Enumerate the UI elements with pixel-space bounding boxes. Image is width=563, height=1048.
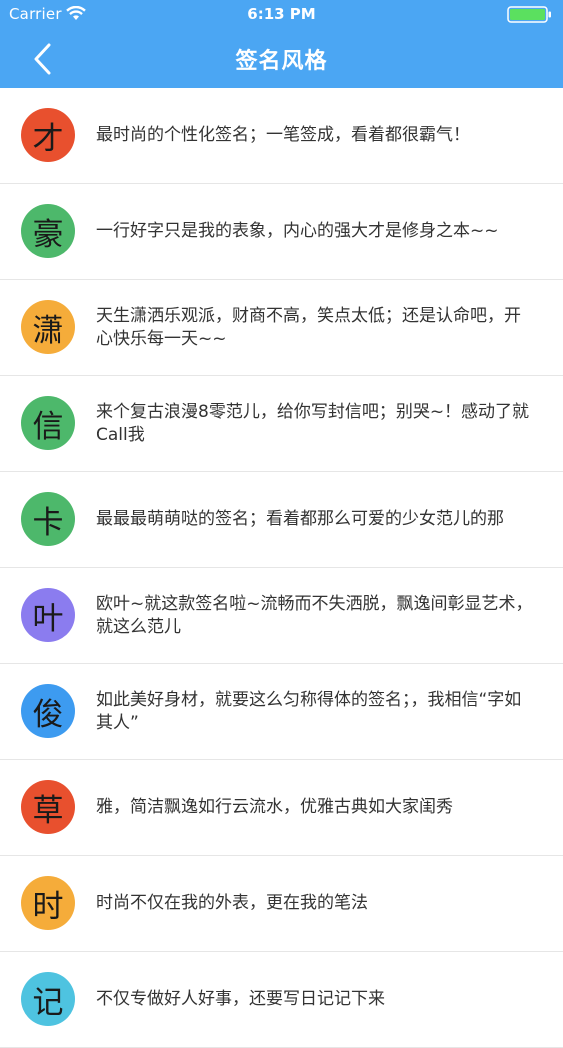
list-item[interactable]: 叶 欧叶~就这款签名啦~流畅而不失洒脱，飘逸间彰显艺术，就这么范儿 bbox=[0, 568, 563, 664]
list-item[interactable]: 才 最时尚的个性化签名；一笔签成，看着都很霸气！ bbox=[0, 88, 563, 184]
list-item[interactable]: 俊 如此美好身材，就要这么匀称得体的签名；，我相信“字如其人” bbox=[0, 664, 563, 760]
style-avatar-icon: 草 bbox=[21, 780, 75, 834]
style-description: 最时尚的个性化签名；一笔签成，看着都很霸气！ bbox=[96, 125, 470, 145]
style-description: 如此美好身材，就要这么匀称得体的签名；，我相信“字如其人” bbox=[96, 689, 522, 733]
list-item[interactable]: 草 雅，简洁飘逸如行云流水，优雅古典如大家闺秀 bbox=[0, 760, 563, 856]
style-description: 一行好字只是我的表象，内心的强大才是修身之本~~ bbox=[96, 221, 499, 241]
style-avatar-icon: 俊 bbox=[21, 684, 75, 738]
page-title: 签名风格 bbox=[235, 49, 328, 74]
style-avatar-icon: 豪 bbox=[21, 204, 75, 258]
style-avatar-icon: 记 bbox=[21, 972, 75, 1026]
list-item[interactable]: 豪 一行好字只是我的表象，内心的强大才是修身之本~~ bbox=[0, 184, 563, 280]
style-avatar-icon: 叶 bbox=[21, 588, 75, 642]
status-bar: Carrier 6:13 PM bbox=[0, 0, 563, 30]
style-description: 欧叶~就这款签名啦~流畅而不失洒脱，飘逸间彰显艺术，就这么范儿 bbox=[96, 593, 533, 637]
style-description: 最最最萌萌哒的签名；看着都那么可爱的少女范儿的那 bbox=[96, 509, 504, 529]
list-item[interactable]: 卡 最最最萌萌哒的签名；看着都那么可爱的少女范儿的那 bbox=[0, 472, 563, 568]
style-description: 时尚不仅在我的外表，更在我的笔法 bbox=[96, 893, 368, 913]
style-avatar-icon: 时 bbox=[21, 876, 75, 930]
signature-style-list: 才 最时尚的个性化签名；一笔签成，看着都很霸气！ 豪 一行好字只是我的表象，内心… bbox=[0, 88, 563, 1048]
style-avatar-icon: 卡 bbox=[21, 492, 75, 546]
style-description: 来个复古浪漫8零范儿，给你写封信吧；别哭~！感动了就Call我 bbox=[96, 401, 530, 445]
list-item[interactable]: 记 不仅专做好人好事，还要写日记记下来 bbox=[0, 952, 563, 1048]
style-avatar-icon: 信 bbox=[21, 396, 75, 450]
list-item[interactable]: 信 来个复古浪漫8零范儿，给你写封信吧；别哭~！感动了就Call我 bbox=[0, 376, 563, 472]
style-avatar-icon: 潇 bbox=[21, 300, 75, 354]
style-description: 雅，简洁飘逸如行云流水，优雅古典如大家闺秀 bbox=[96, 797, 453, 817]
navigation-bar: 签名风格 bbox=[0, 30, 563, 88]
style-avatar-icon: 才 bbox=[21, 108, 75, 162]
clock: 6:13 PM bbox=[247, 5, 316, 23]
list-item[interactable]: 潇 天生潇洒乐观派，财商不高，笑点太低；还是认命吧，开心快乐每一天~~ bbox=[0, 280, 563, 376]
list-item[interactable]: 时 时尚不仅在我的外表，更在我的笔法 bbox=[0, 856, 563, 952]
battery-icon bbox=[507, 6, 553, 27]
style-description: 天生潇洒乐观派，财商不高，笑点太低；还是认命吧，开心快乐每一天~~ bbox=[96, 305, 521, 349]
